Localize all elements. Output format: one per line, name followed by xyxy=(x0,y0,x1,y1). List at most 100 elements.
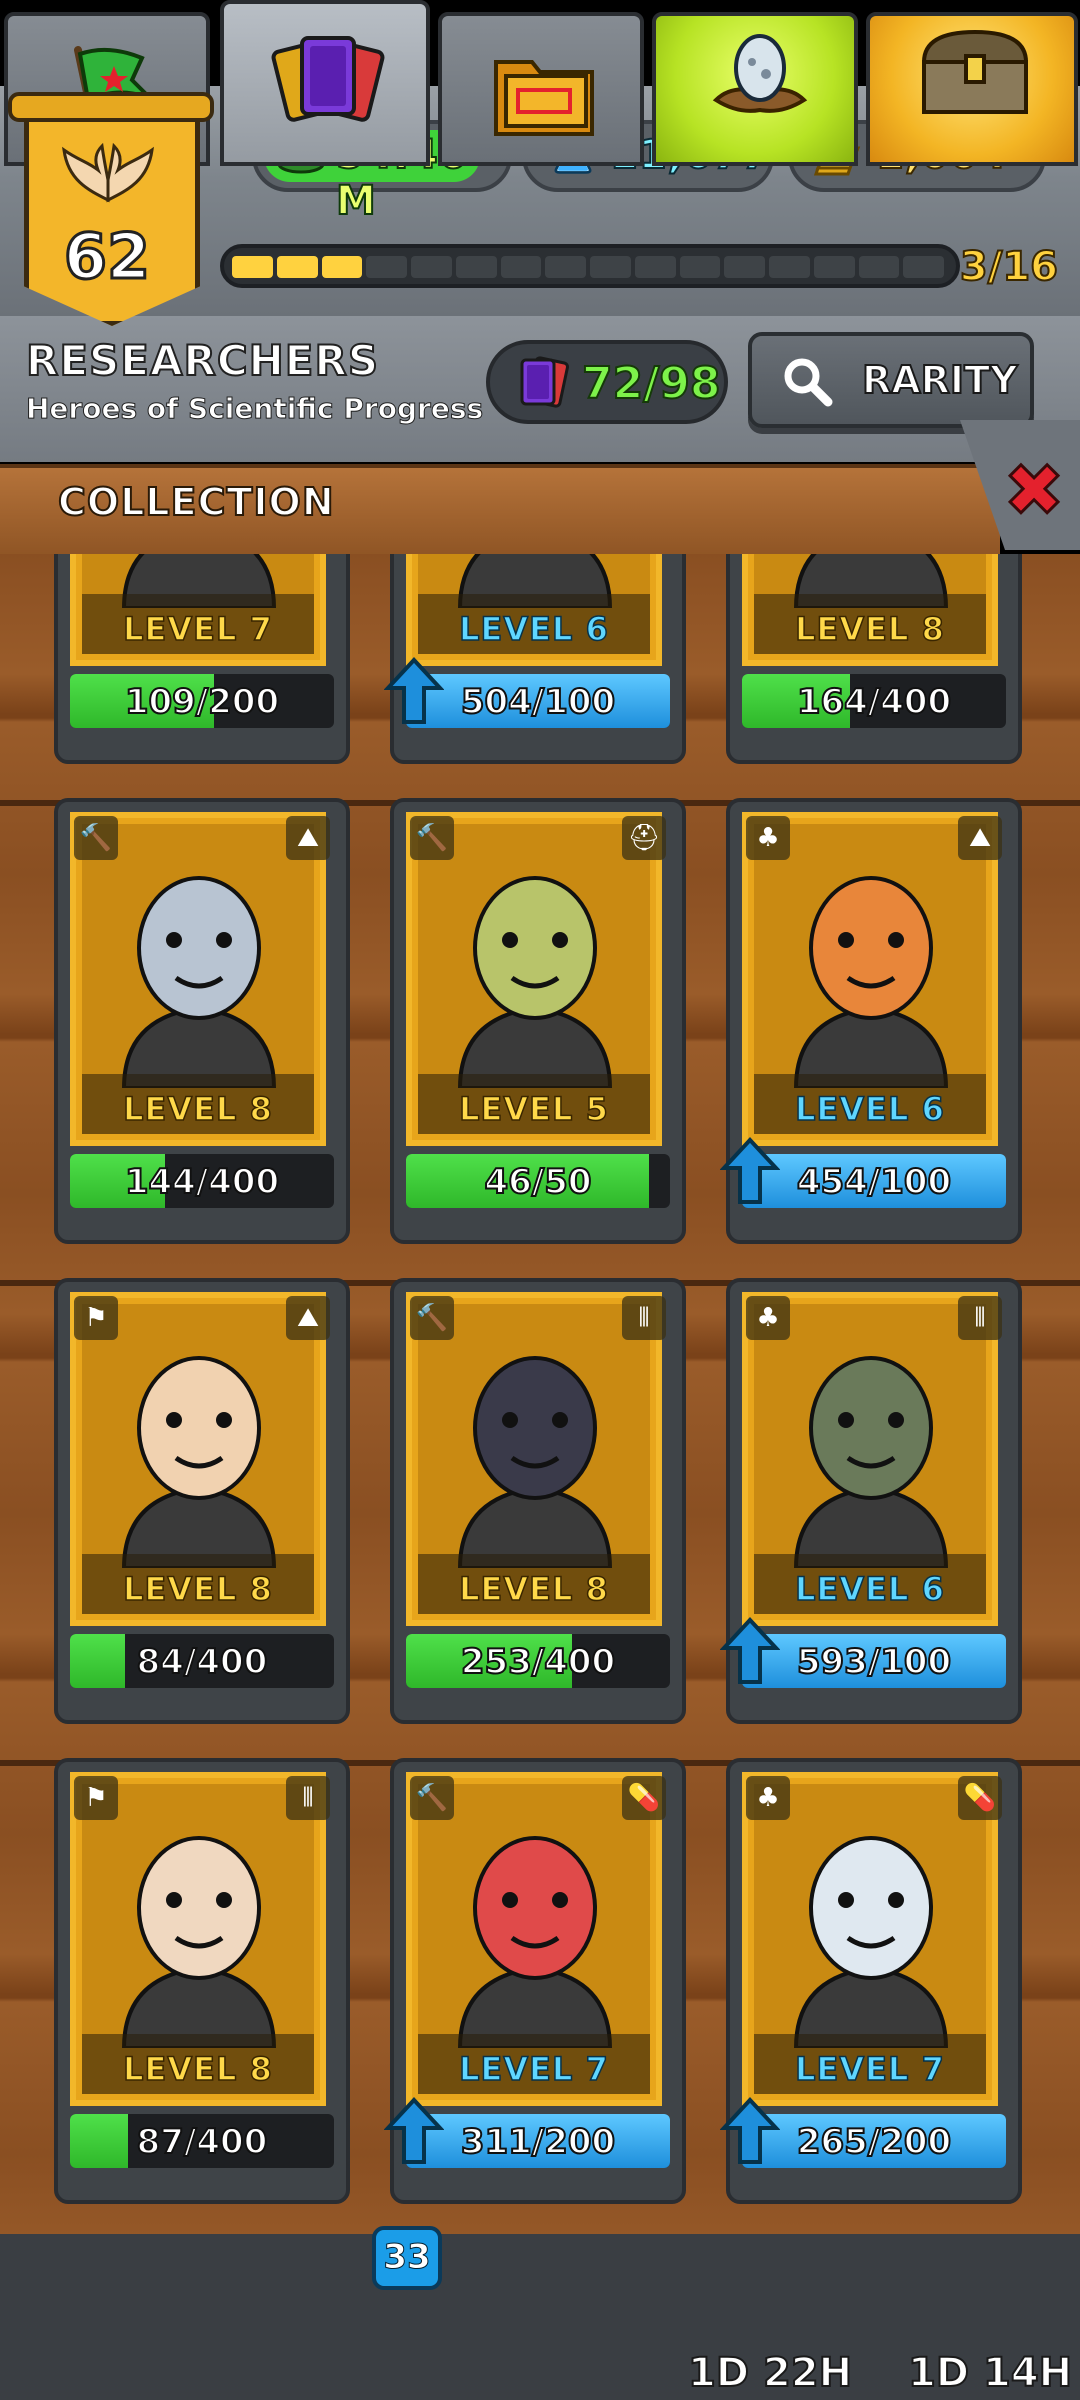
card-portrait: LEVEL 8 xyxy=(70,812,326,1146)
card-progress-text: 164/400 xyxy=(796,681,952,723)
search-icon xyxy=(784,358,833,407)
card-count-pill: 72/98 xyxy=(486,340,728,424)
egg-timer: 1D 22H xyxy=(687,2349,853,2397)
rarity-sort-button[interactable]: RARITY xyxy=(748,332,1034,428)
card-level: LEVEL 7 xyxy=(794,2049,945,2089)
card-portrait: LEVEL 8 xyxy=(742,554,998,666)
character-card[interactable]: LEVEL 8 164/400 xyxy=(726,554,1022,768)
xp-segment-filled xyxy=(232,256,273,278)
card-portrait: LEVEL 5 xyxy=(406,812,662,1146)
character-card[interactable]: LEVEL 7 ♣ 💊 265/200 xyxy=(720,1758,1022,2208)
character-card[interactable]: LEVEL 6 ♣ ⛰ 454/100 xyxy=(720,798,1022,1248)
card-portrait: LEVEL 7 xyxy=(406,1772,662,2106)
rarity-button-label: RARITY xyxy=(861,357,1019,403)
tab-treasure-chest[interactable] xyxy=(866,12,1078,166)
character-card[interactable]: LEVEL 5 🔨 ⛑ 46/50 xyxy=(390,798,686,1248)
upgrade-arrow-icon[interactable] xyxy=(384,656,444,726)
goblin-thunder-portrait-icon xyxy=(457,876,613,1088)
clover-icon: ♣ xyxy=(746,1776,790,1820)
card-progress-bar: 87/400 xyxy=(70,2114,334,2168)
rank-flag xyxy=(24,106,200,326)
upgrade-arrow-icon[interactable] xyxy=(720,1616,780,1686)
xp-progress-bar xyxy=(220,244,960,288)
card-progress-bar: 144/400 xyxy=(70,1154,334,1208)
card-level: LEVEL 8 xyxy=(458,1569,609,1609)
chest-timer-days: 1D xyxy=(907,2349,970,2397)
card-progress-bar: 311/200 xyxy=(406,2114,670,2168)
ammo-icon: ⦀ xyxy=(958,1296,1002,1340)
armored-raccoon-portrait-icon xyxy=(121,876,277,1088)
xp-segment-filled xyxy=(276,256,318,278)
card-level: LEVEL 5 xyxy=(458,1089,609,1129)
xp-segment-empty xyxy=(903,256,944,278)
xp-segment-filled xyxy=(321,256,363,278)
upgrade-arrow-icon[interactable] xyxy=(384,2096,444,2166)
tab-dossier[interactable] xyxy=(438,12,644,166)
xp-segment-empty xyxy=(500,256,542,278)
xp-segment-empty xyxy=(858,256,900,278)
flag-icon: ⚑ xyxy=(74,1776,118,1820)
character-card[interactable]: LEVEL 6 ♣ ⦀ 593/100 xyxy=(720,1278,1022,1728)
banner-rod xyxy=(8,92,214,122)
xp-segment-empty xyxy=(366,256,407,278)
card-progress-bar: 265/200 xyxy=(742,2114,1006,2168)
card-portrait: LEVEL 7 xyxy=(70,554,326,666)
rambo-man-portrait-icon xyxy=(457,1356,613,1568)
tab-egg-hatch[interactable] xyxy=(652,12,858,166)
xp-segment-empty xyxy=(769,256,810,278)
helmet-icon: ⛑ xyxy=(622,816,666,860)
card-progress-text: 265/200 xyxy=(796,2121,952,2163)
card-portrait: LEVEL 8 xyxy=(70,1292,326,1626)
character-card[interactable]: LEVEL 7 109/200 xyxy=(54,554,350,768)
clover-icon: ♣ xyxy=(746,816,790,860)
folder-icon xyxy=(494,60,594,136)
collection-grid[interactable]: LEVEL 7 109/200 LEVEL 6 504/100 LEVEL 8 164/4… xyxy=(0,554,1080,2234)
card-progress-bar: 253/400 xyxy=(406,1634,670,1688)
upgrade-arrow-icon[interactable] xyxy=(720,2096,780,2166)
card-count-value: 72/98 xyxy=(581,357,722,410)
page-title: RESEARCHERS xyxy=(25,335,380,386)
hammer-icon: 🔨 xyxy=(74,816,118,860)
card-progress-bar: 593/100 xyxy=(742,1634,1006,1688)
card-progress-text: 593/100 xyxy=(796,1641,952,1683)
red-haired-lady-portrait-icon xyxy=(457,1836,613,2048)
card-level: LEVEL 7 xyxy=(458,2049,609,2089)
xp-progress-count: 3/16 xyxy=(959,243,1059,291)
card-level: LEVEL 7 xyxy=(122,609,273,649)
hammer-icon: 🔨 xyxy=(410,1296,454,1340)
pill-icon: 💊 xyxy=(622,1776,666,1820)
card-progress-text: 144/400 xyxy=(124,1161,280,1203)
character-card[interactable]: LEVEL 6 504/100 xyxy=(384,554,686,768)
chest-timer-hours: 14H xyxy=(982,2349,1073,2397)
character-card[interactable]: LEVEL 8 🔨 ⦀ 253/400 xyxy=(390,1278,686,1728)
character-card[interactable]: LEVEL 8 ⚑ ⛰ 84/400 xyxy=(54,1278,350,1728)
card-portrait: LEVEL 6 xyxy=(742,812,998,1146)
character-card[interactable]: LEVEL 8 ⚑ ⦀ 87/400 xyxy=(54,1758,350,2208)
close-button[interactable]: ✖ xyxy=(996,451,1072,530)
card-level: LEVEL 8 xyxy=(122,2049,273,2089)
flag-icon: ⚑ xyxy=(74,1296,118,1340)
tab-cards[interactable] xyxy=(220,0,430,166)
card-progress-text: 454/100 xyxy=(796,1161,952,1203)
xp-segment-empty xyxy=(724,256,765,278)
xp-segment-empty xyxy=(411,256,452,278)
card-portrait: LEVEL 6 xyxy=(742,1292,998,1626)
ammo-icon: ⦀ xyxy=(622,1296,666,1340)
card-progress-bar: 109/200 xyxy=(70,674,334,728)
bald-scientist-portrait-icon xyxy=(121,1836,277,2048)
card-portrait: LEVEL 7 xyxy=(742,1772,998,2106)
player-level: 62 xyxy=(62,219,151,295)
page-subtitle: Heroes of Scientific Progress xyxy=(25,392,484,426)
cards-notification-badge: 33 xyxy=(372,2226,442,2290)
player-rank-banner[interactable]: 62 xyxy=(8,92,214,332)
character-card[interactable]: LEVEL 8 🔨 ⛰ 144/400 xyxy=(54,798,350,1248)
hammer-icon: 🔨 xyxy=(410,1776,454,1820)
xp-segment-empty xyxy=(455,256,497,278)
wings-emblem-icon xyxy=(62,142,154,203)
upgrade-arrow-icon[interactable] xyxy=(720,1136,780,1206)
xp-segment-empty xyxy=(634,256,676,278)
card-progress-bar: 46/50 xyxy=(406,1154,670,1208)
character-card[interactable]: LEVEL 7 🔨 💊 311/200 xyxy=(384,1758,686,2208)
ore-icon: ⛰ xyxy=(958,816,1002,860)
card-level: LEVEL 6 xyxy=(458,609,609,649)
